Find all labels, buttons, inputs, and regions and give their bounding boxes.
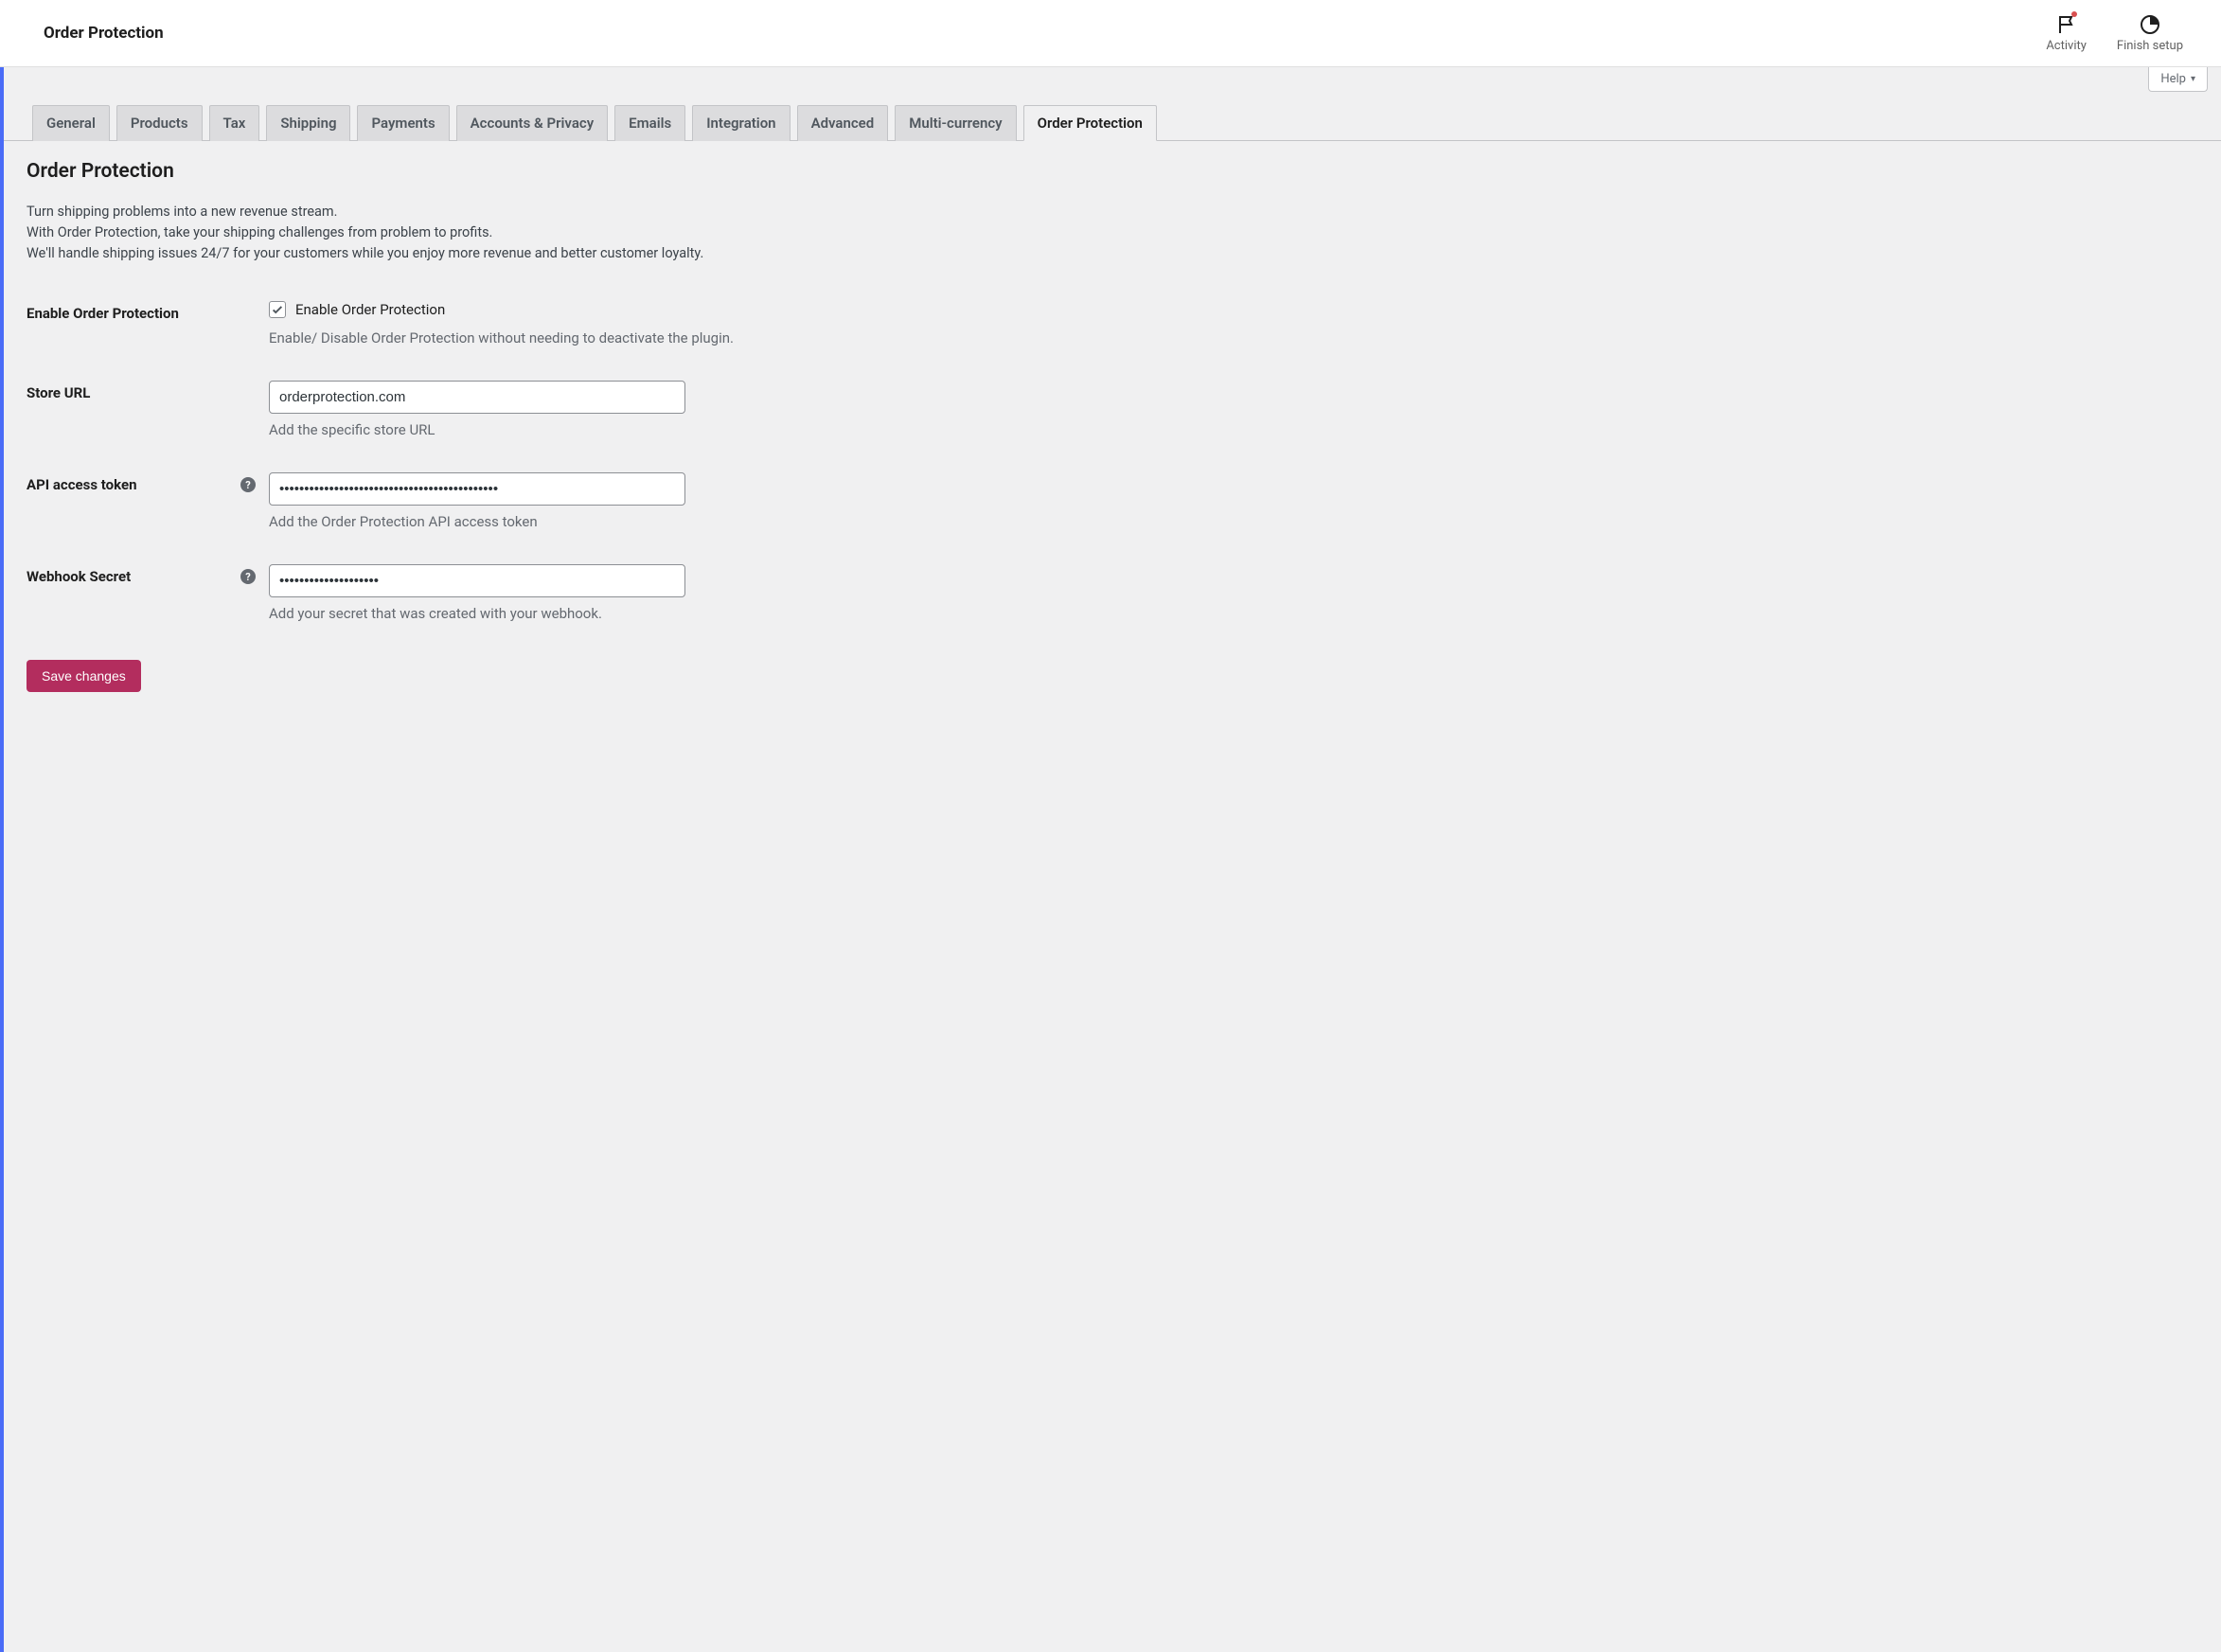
enable-label: Enable Order Protection bbox=[27, 301, 269, 322]
tab-accounts-privacy[interactable]: Accounts & Privacy bbox=[456, 105, 609, 141]
section-title: Order Protection bbox=[27, 160, 2198, 183]
store-url-description: Add the specific store URL bbox=[269, 421, 2198, 438]
webhook-secret-input[interactable] bbox=[269, 564, 685, 597]
help-icon[interactable]: ? bbox=[240, 477, 256, 492]
api-token-row: API access token ? Add the Order Protect… bbox=[27, 472, 2198, 530]
help-icon[interactable]: ? bbox=[240, 569, 256, 584]
webhook-secret-field: Add your secret that was created with yo… bbox=[269, 564, 2198, 622]
progress-circle-icon bbox=[2139, 13, 2161, 36]
webhook-secret-row: Webhook Secret ? Add your secret that wa… bbox=[27, 564, 2198, 622]
tab-products[interactable]: Products bbox=[116, 105, 203, 141]
enable-checkbox[interactable] bbox=[269, 301, 286, 318]
settings-tab-nav: General Products Tax Shipping Payments A… bbox=[4, 92, 2221, 141]
notification-dot-icon bbox=[2071, 11, 2077, 17]
finish-setup-button[interactable]: Finish setup bbox=[2117, 13, 2183, 53]
desc-line-1: Turn shipping problems into a new revenu… bbox=[27, 202, 2198, 222]
help-dropdown[interactable]: Help bbox=[2148, 67, 2208, 92]
activity-button[interactable]: Activity bbox=[2046, 13, 2087, 53]
tab-advanced[interactable]: Advanced bbox=[797, 105, 889, 141]
store-url-field: Add the specific store URL bbox=[269, 381, 2198, 438]
activity-label: Activity bbox=[2046, 39, 2087, 53]
api-token-field: Add the Order Protection API access toke… bbox=[269, 472, 2198, 530]
enable-field: Enable Order Protection Enable/ Disable … bbox=[269, 301, 2198, 346]
desc-line-2: With Order Protection, take your shippin… bbox=[27, 222, 2198, 243]
desc-line-3: We'll handle shipping issues 24/7 for yo… bbox=[27, 243, 2198, 264]
store-url-label: Store URL bbox=[27, 381, 269, 401]
check-icon bbox=[271, 303, 284, 316]
store-url-input[interactable] bbox=[269, 381, 685, 414]
enable-checkbox-label: Enable Order Protection bbox=[295, 301, 445, 318]
api-token-description: Add the Order Protection API access toke… bbox=[269, 513, 2198, 530]
tab-order-protection[interactable]: Order Protection bbox=[1023, 105, 1157, 141]
help-row: Help bbox=[4, 67, 2221, 92]
api-token-input[interactable] bbox=[269, 472, 685, 506]
store-url-row: Store URL Add the specific store URL bbox=[27, 381, 2198, 438]
enable-row: Enable Order Protection Enable Order Pro… bbox=[27, 301, 2198, 346]
webhook-secret-description: Add your secret that was created with yo… bbox=[269, 605, 2198, 622]
tab-general[interactable]: General bbox=[32, 105, 110, 141]
enable-label-text: Enable Order Protection bbox=[27, 305, 179, 322]
store-url-label-text: Store URL bbox=[27, 384, 90, 401]
page-title: Order Protection bbox=[44, 24, 164, 43]
tab-multi-currency[interactable]: Multi-currency bbox=[895, 105, 1016, 141]
help-label: Help bbox=[2160, 72, 2186, 86]
top-actions: Activity Finish setup bbox=[2046, 13, 2183, 53]
api-token-label: API access token ? bbox=[27, 472, 269, 493]
enable-description: Enable/ Disable Order Protection without… bbox=[269, 329, 2198, 346]
tab-tax[interactable]: Tax bbox=[209, 105, 260, 141]
webhook-secret-label: Webhook Secret ? bbox=[27, 564, 269, 585]
webhook-secret-label-text: Webhook Secret bbox=[27, 568, 131, 585]
section-description: Turn shipping problems into a new revenu… bbox=[27, 202, 2198, 263]
tab-payments[interactable]: Payments bbox=[357, 105, 449, 141]
enable-checkbox-row: Enable Order Protection bbox=[269, 301, 2198, 318]
main-content: Order Protection Turn shipping problems … bbox=[4, 141, 2221, 711]
tab-integration[interactable]: Integration bbox=[692, 105, 790, 141]
top-bar: Order Protection Activity Finish setup bbox=[0, 0, 2221, 67]
tab-shipping[interactable]: Shipping bbox=[266, 105, 350, 141]
content-area: Help General Products Tax Shipping Payme… bbox=[0, 67, 2221, 1652]
finish-setup-label: Finish setup bbox=[2117, 39, 2183, 53]
save-changes-button[interactable]: Save changes bbox=[27, 660, 141, 692]
api-token-label-text: API access token bbox=[27, 476, 136, 493]
tab-emails[interactable]: Emails bbox=[614, 105, 685, 141]
